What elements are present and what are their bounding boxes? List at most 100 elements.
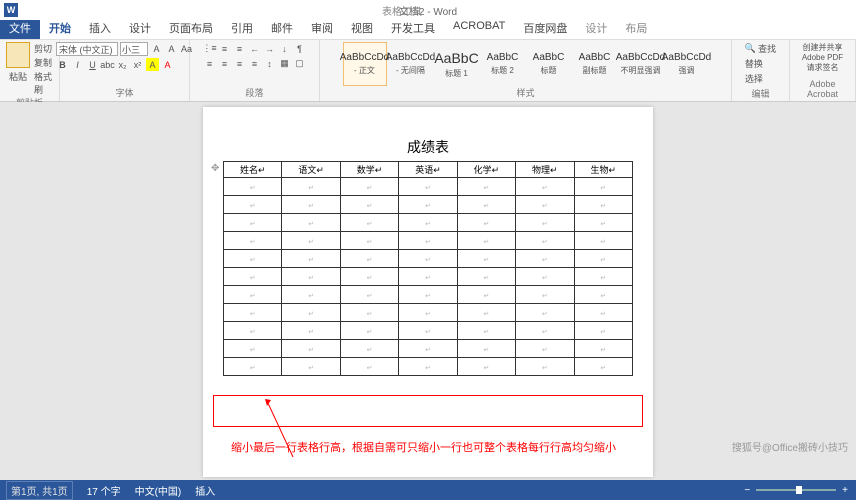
align-center-icon[interactable]: ≡ — [218, 57, 231, 70]
status-page[interactable]: 第1页, 共1页 — [6, 481, 73, 500]
table-title: 成绩表 — [223, 137, 633, 157]
col-语文[interactable]: 语文↵ — [282, 162, 340, 178]
style-副标题[interactable]: AaBbC副标题 — [573, 42, 617, 86]
group-font: 宋体 (中文正) 小三 A A Aa B I U abc x₂ x² A A 字… — [60, 40, 190, 101]
table-row[interactable]: ↵↵↵↵↵↵↵ — [224, 268, 633, 286]
group-styles: AaBbCcDd- 正文AaBbCcDd- 无间隔AaBbC标题 1AaBbC标… — [320, 40, 732, 101]
tab-视图[interactable]: 视图 — [342, 17, 382, 39]
document-area[interactable]: 成绩表 ✥ 姓名↵语文↵数学↵英语↵化学↵物理↵生物↵↵↵↵↵↵↵↵↵↵↵↵↵↵… — [0, 102, 856, 480]
underline-icon[interactable]: U — [86, 58, 99, 71]
table-row[interactable]: ↵↵↵↵↵↵↵ — [224, 250, 633, 268]
tab-引用[interactable]: 引用 — [222, 17, 262, 39]
justify-icon[interactable]: ≡ — [248, 57, 261, 70]
zoom-out-icon[interactable]: − — [744, 485, 750, 496]
bullets-icon[interactable]: ⋮≡ — [203, 42, 216, 55]
tab-设计[interactable]: 设计 — [576, 17, 616, 39]
brush-button[interactable]: 格式刷 — [34, 70, 53, 96]
table-row[interactable]: ↵↵↵↵↵↵↵ — [224, 340, 633, 358]
watermark: 搜狐号@Office搬砖小技巧 — [732, 439, 848, 454]
col-姓名[interactable]: 姓名↵ — [224, 162, 282, 178]
col-化学[interactable]: 化学↵ — [457, 162, 515, 178]
bold-icon[interactable]: B — [56, 58, 69, 71]
adobe-sign-button[interactable]: 请求签名 — [802, 62, 843, 73]
tab-开发工具[interactable]: 开发工具 — [382, 17, 444, 39]
sub-icon[interactable]: x₂ — [116, 58, 129, 71]
tab-百度网盘[interactable]: 百度网盘 — [514, 17, 576, 39]
indent-icon[interactable]: → — [263, 42, 276, 55]
group-paragraph: ⋮≡ ≡ ≡ ← → ↓ ¶ ≡ ≡ ≡ ≡ ↕ ▦ ▢ 段落 — [190, 40, 320, 101]
numbering-icon[interactable]: ≡ — [218, 42, 231, 55]
tab-布局[interactable]: 布局 — [616, 17, 656, 39]
ribbon-tabs: 文件 开始插入设计页面布局引用邮件审阅视图开发工具ACROBAT百度网盘设计布局 — [0, 20, 856, 40]
table-row[interactable]: ↵↵↵↵↵↵↵ — [224, 322, 633, 340]
tab-file[interactable]: 文件 — [0, 17, 40, 39]
status-lang[interactable]: 中文(中国) — [135, 483, 182, 498]
shrink-font-icon[interactable]: A — [165, 43, 178, 56]
adobe-share-button[interactable]: 创建并共享Adobe PDF — [802, 42, 843, 62]
shading-icon[interactable]: ▦ — [278, 57, 291, 70]
align-left-icon[interactable]: ≡ — [203, 57, 216, 70]
col-生物[interactable]: 生物↵ — [574, 162, 632, 178]
color-icon[interactable]: A — [161, 58, 174, 71]
italic-icon[interactable]: I — [71, 58, 84, 71]
font-size-select[interactable]: 小三 — [120, 42, 148, 56]
tab-ACROBAT[interactable]: ACROBAT — [444, 17, 514, 39]
multilevel-icon[interactable]: ≡ — [233, 42, 246, 55]
col-英语[interactable]: 英语↵ — [399, 162, 457, 178]
sort-icon[interactable]: ↓ — [278, 42, 291, 55]
paste-label: 粘贴 — [9, 70, 27, 83]
outdent-icon[interactable]: ← — [248, 42, 261, 55]
select-button[interactable]: 选择 — [745, 72, 776, 85]
font-family-select[interactable]: 宋体 (中文正) — [56, 42, 118, 56]
table-row[interactable]: ↵↵↵↵↵↵↵ — [224, 178, 633, 196]
group-editing: 🔍查找 替换 选择 编辑 — [732, 40, 790, 101]
spacing-icon[interactable]: ↕ — [263, 57, 276, 70]
grow-font-icon[interactable]: A — [150, 43, 163, 56]
style-- 无间隔[interactable]: AaBbCcDd- 无间隔 — [389, 42, 433, 86]
style-强调[interactable]: AaBbCcDd强调 — [665, 42, 709, 86]
style-标题 2[interactable]: AaBbC标题 2 — [481, 42, 525, 86]
status-insert[interactable]: 插入 — [195, 483, 215, 498]
tab-设计[interactable]: 设计 — [120, 17, 160, 39]
page: 成绩表 ✥ 姓名↵语文↵数学↵英语↵化学↵物理↵生物↵↵↵↵↵↵↵↵↵↵↵↵↵↵… — [203, 107, 653, 477]
table-row[interactable]: ↵↵↵↵↵↵↵ — [224, 232, 633, 250]
editing-label: 编辑 — [751, 87, 769, 100]
align-right-icon[interactable]: ≡ — [233, 57, 246, 70]
table-move-handle[interactable]: ✥ — [211, 163, 221, 173]
zoom-in-icon[interactable]: + — [842, 485, 848, 496]
table-row[interactable]: ↵↵↵↵↵↵↵ — [224, 358, 633, 376]
tab-邮件[interactable]: 邮件 — [262, 17, 302, 39]
paste-button[interactable]: 粘贴 — [6, 42, 30, 96]
annotation-text: 缩小最后一行表格行高，根据自需可只缩小一行也可整个表格每行行高均匀缩小 — [231, 439, 616, 455]
strike-icon[interactable]: abc — [101, 58, 114, 71]
copy-button[interactable]: 复制 — [34, 56, 52, 69]
col-物理[interactable]: 物理↵ — [516, 162, 574, 178]
col-数学[interactable]: 数学↵ — [340, 162, 398, 178]
table-row[interactable]: ↵↵↵↵↵↵↵ — [224, 304, 633, 322]
paragraph-label: 段落 — [245, 86, 263, 99]
grades-table[interactable]: 姓名↵语文↵数学↵英语↵化学↵物理↵生物↵↵↵↵↵↵↵↵↵↵↵↵↵↵↵↵↵↵↵↵… — [223, 161, 633, 376]
tab-插入[interactable]: 插入 — [80, 17, 120, 39]
style-不明显强调[interactable]: AaBbCcDd不明显强调 — [619, 42, 663, 86]
marks-icon[interactable]: ¶ — [293, 42, 306, 55]
style-标题 1[interactable]: AaBbC标题 1 — [435, 42, 479, 86]
tab-页面布局[interactable]: 页面布局 — [160, 17, 222, 39]
cut-button[interactable]: 剪切 — [34, 42, 52, 55]
styles-label: 样式 — [516, 86, 534, 99]
highlight-icon[interactable]: A — [146, 58, 159, 71]
status-words[interactable]: 17 个字 — [87, 483, 121, 498]
border-icon[interactable]: ▢ — [293, 57, 306, 70]
group-adobe: 创建并共享Adobe PDF 请求签名 Adobe Acrobat — [790, 40, 856, 101]
tab-开始[interactable]: 开始 — [40, 17, 80, 39]
sup-icon[interactable]: x² — [131, 58, 144, 71]
style-标题[interactable]: AaBbC标题 — [527, 42, 571, 86]
table-row[interactable]: ↵↵↵↵↵↵↵ — [224, 286, 633, 304]
tab-审阅[interactable]: 审阅 — [302, 17, 342, 39]
find-button[interactable]: 🔍查找 — [745, 42, 776, 55]
table-row[interactable]: ↵↵↵↵↵↵↵ — [224, 196, 633, 214]
zoom-slider[interactable] — [756, 489, 836, 491]
style-- 正文[interactable]: AaBbCcDd- 正文 — [343, 42, 387, 86]
table-row[interactable]: ↵↵↵↵↵↵↵ — [224, 214, 633, 232]
replace-button[interactable]: 替换 — [745, 57, 776, 70]
zoom-control[interactable]: − + — [744, 485, 848, 496]
